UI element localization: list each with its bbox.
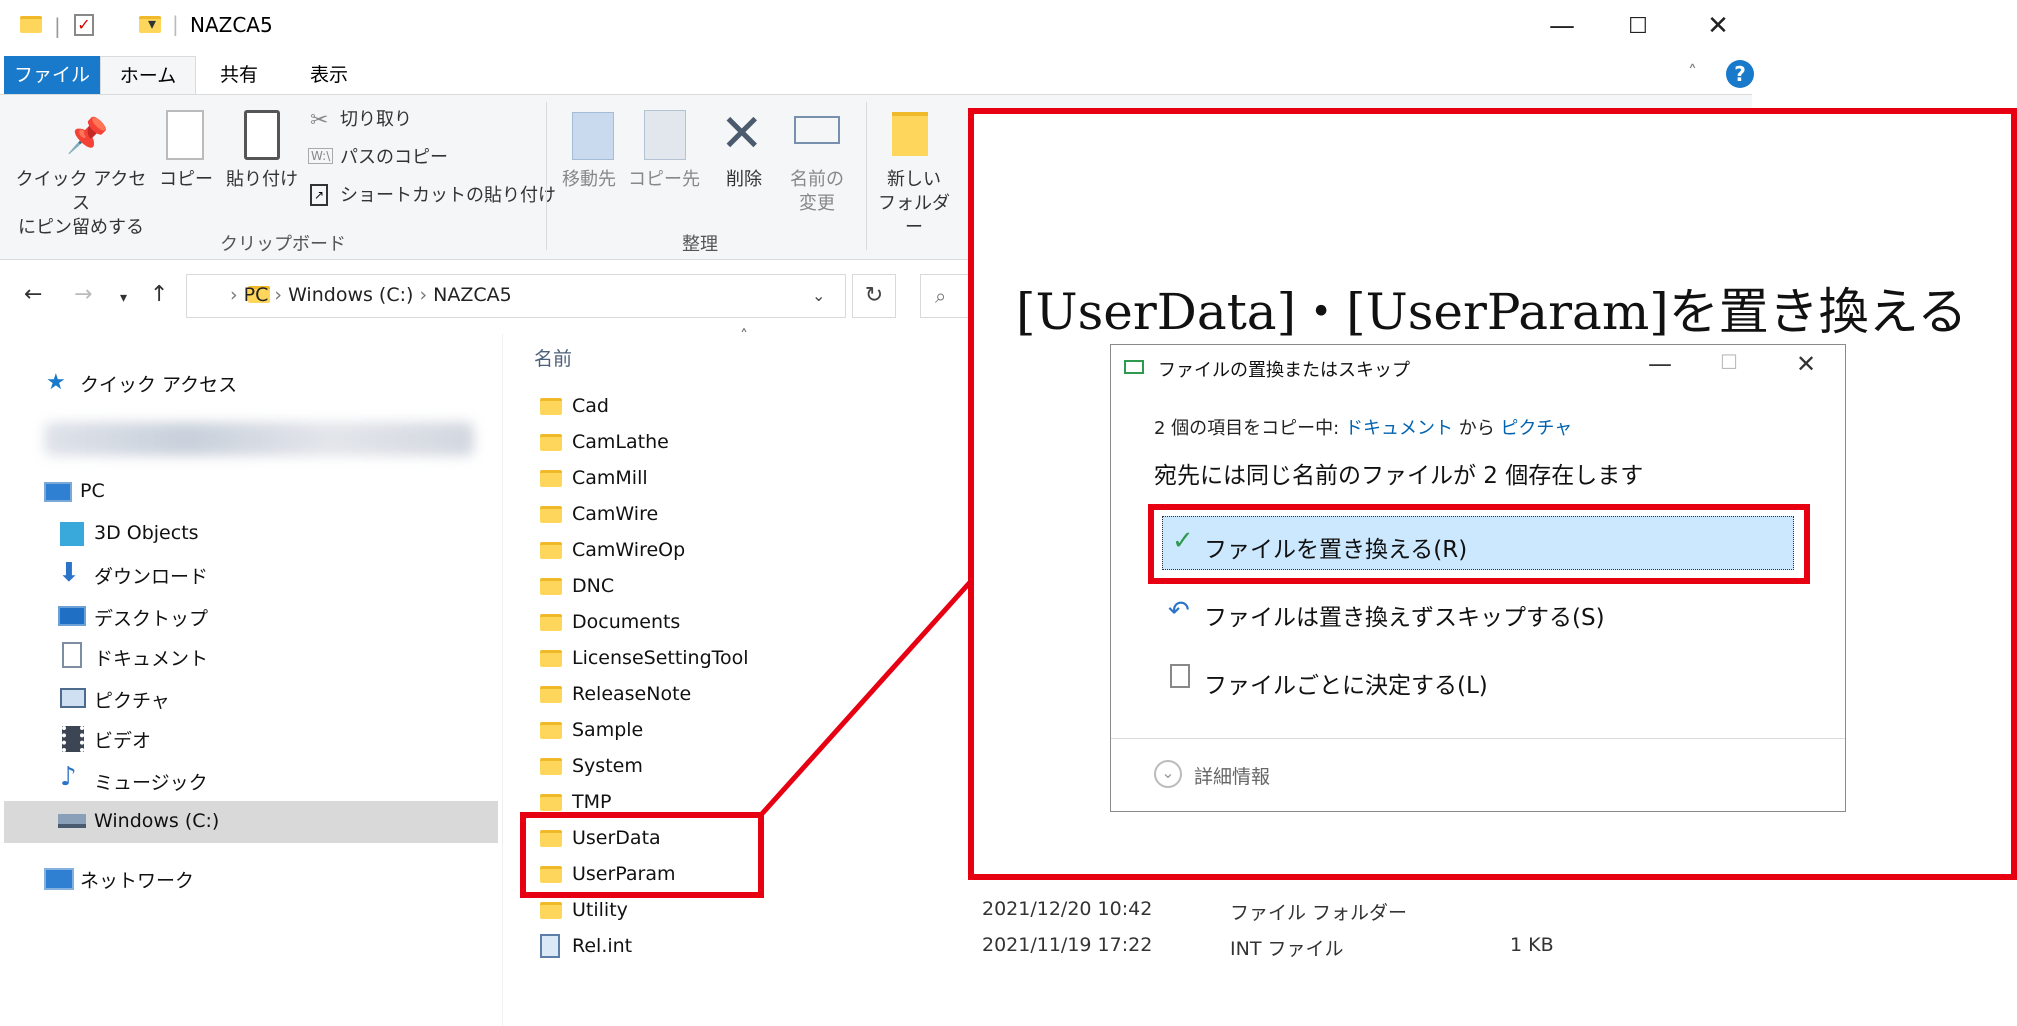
option-skip-files[interactable]: ファイルは置き換えずスキップする(S) — [1204, 598, 1605, 632]
copy-middle: から — [1452, 418, 1501, 439]
more-details-toggle[interactable]: 詳細情報 — [1194, 762, 1270, 789]
destination-link[interactable]: ピクチャ — [1500, 418, 1572, 439]
copy-progress-text: 2 個の項目をコピー中: ドキュメント から ピクチャ — [1154, 414, 1572, 440]
connector-line — [758, 578, 974, 818]
copy-prefix: 2 個の項目をコピー中: — [1154, 418, 1345, 439]
dialog-close-button[interactable]: ✕ — [1796, 350, 1816, 378]
dialog-title: ファイルの置換またはスキップ — [1158, 360, 1410, 381]
option-decide-each[interactable]: ファイルごとに決定する(L) — [1204, 666, 1488, 700]
annotation-headline: [UserData]・[UserParam]を置き換える — [1016, 283, 1968, 341]
decide-file-icon — [1170, 664, 1190, 688]
highlight-replace-option — [1148, 504, 1810, 584]
dialog-app-icon — [1124, 360, 1144, 374]
source-link[interactable]: ドキュメント — [1345, 418, 1453, 439]
dialog-divider — [1111, 738, 1845, 739]
conflict-message: 宛先には同じ名前のファイルが 2 個存在します — [1154, 463, 1644, 489]
chevron-down-icon[interactable]: ⌄ — [1154, 760, 1182, 788]
dialog-minimize-button[interactable]: — — [1648, 350, 1672, 378]
skip-arrow-icon: ↶ — [1168, 596, 1190, 626]
dialog-maximize-button[interactable]: ☐ — [1720, 350, 1738, 374]
